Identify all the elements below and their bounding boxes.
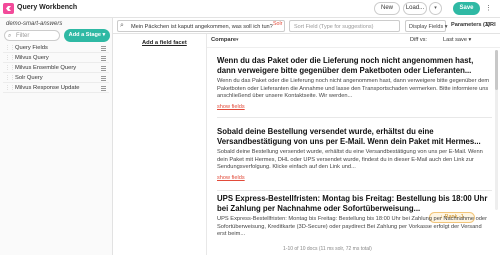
- results-scrollbar[interactable]: [495, 50, 498, 210]
- compare-dropdown[interactable]: Compare: [211, 37, 236, 43]
- document-body: Wenn du das Paket oder die Lieferung noc…: [217, 78, 490, 99]
- stage-menu-icon[interactable]: [101, 86, 106, 91]
- new-button[interactable]: New: [374, 2, 400, 15]
- stage-item[interactable]: ⋮⋮ Milvus Ensemble Query: [3, 64, 109, 73]
- app-header: Query Workbench New Load... ▾ Save ⋮: [0, 0, 500, 18]
- save-button[interactable]: Save: [453, 2, 480, 15]
- query-text: Mein Päckchen ist kaputt angekommen, was…: [131, 24, 273, 30]
- document-title: Sobald deine Bestellung versendet wurde,…: [217, 127, 481, 146]
- result-document: Sobald deine Bestellung versendet wurde,…: [217, 127, 492, 191]
- display-fields-label: Display Fields ▾: [409, 24, 448, 30]
- results-status: 1-10 of 10 docs (11 ms solr, 72 ms total…: [283, 246, 372, 252]
- search-icon: ⌕: [8, 33, 12, 39]
- stage-item[interactable]: ⋮⋮ Query Fields: [3, 44, 109, 53]
- drag-handle-icon[interactable]: ⋮⋮: [5, 85, 15, 91]
- sort-field-placeholder: Sort Field (Type for suggestions): [294, 24, 374, 30]
- solr-tag[interactable]: Solr: [273, 21, 282, 27]
- last-save-dropdown[interactable]: Last save ▾: [443, 37, 471, 43]
- stage-filter-input[interactable]: ⌕ Filter: [4, 30, 60, 41]
- uri-button[interactable]: URI: [486, 22, 496, 28]
- document-title: UPS Express-Bestellfristen: Montag bis F…: [217, 194, 488, 213]
- results-toolbar: Compare ▾ Diff vs: Last save ▾: [207, 34, 500, 48]
- filter-placeholder: Filter: [16, 33, 30, 39]
- load-button[interactable]: Load...: [403, 2, 427, 15]
- stage-item[interactable]: ⋮⋮ Milvus Response Update: [3, 84, 109, 93]
- result-document: UPS Express-Bestellfristen: Montag bis F…: [217, 194, 492, 242]
- parameters-button[interactable]: Parameters (3): [451, 22, 490, 28]
- result-document: Wenn du das Paket oder die Lieferung noc…: [217, 56, 492, 118]
- more-options-icon[interactable]: ⋮: [485, 4, 492, 12]
- drag-handle-icon[interactable]: ⋮⋮: [5, 65, 15, 71]
- search-icon: ⌕: [120, 22, 124, 29]
- pipeline-stages-panel: demo-smart-answers ⌕ Filter Add a Stage …: [0, 18, 113, 255]
- document-title: Wenn du das Paket oder die Lieferung noc…: [217, 56, 474, 75]
- show-fields-link[interactable]: show fields: [217, 175, 245, 181]
- stage-label: Milvus Query: [15, 55, 49, 61]
- drag-handle-icon[interactable]: ⋮⋮: [5, 45, 15, 51]
- show-fields-link[interactable]: show fields: [217, 104, 245, 110]
- query-bar: ⌕ Mein Päckchen ist kaputt angekommen, w…: [113, 18, 500, 34]
- add-stage-button[interactable]: Add a Stage ▾: [64, 29, 110, 42]
- document-body: Sobald deine Bestellung versendet wurde,…: [217, 149, 483, 170]
- stage-label: Solr Query: [15, 75, 43, 81]
- stage-label: Query Fields: [15, 45, 48, 51]
- stage-menu-icon[interactable]: [101, 46, 106, 51]
- stage-item[interactable]: ⋮⋮ Solr Query: [3, 74, 109, 83]
- facets-panel: Add a field facet: [113, 34, 207, 255]
- stage-label: Milvus Ensemble Query: [15, 65, 77, 71]
- stage-menu-icon[interactable]: [101, 76, 106, 81]
- diff-vs-label: Diff vs:: [410, 37, 427, 43]
- load-options-chevron-icon[interactable]: ▾: [429, 2, 442, 15]
- add-field-facet-link[interactable]: Add a field facet: [142, 40, 187, 46]
- query-input[interactable]: ⌕ Mein Päckchen ist kaputt angekommen, w…: [117, 20, 285, 32]
- drag-handle-icon[interactable]: ⋮⋮: [5, 75, 15, 81]
- stage-menu-icon[interactable]: [101, 66, 106, 71]
- stage-item[interactable]: ⋮⋮ Milvus Query: [3, 54, 109, 63]
- results-panel: Compare ▾ Diff vs: Last save ▾ Wenn du d…: [207, 34, 500, 255]
- app-title: Query Workbench: [17, 4, 78, 11]
- stage-menu-icon[interactable]: [101, 56, 106, 61]
- display-fields-dropdown[interactable]: Display Fields ▾: [405, 20, 448, 32]
- project-name: demo-smart-answers: [6, 21, 63, 27]
- drag-handle-icon[interactable]: ⋮⋮: [5, 55, 15, 61]
- chevron-down-icon[interactable]: ▾: [236, 37, 239, 43]
- document-body: UPS Express-Bestellfristen: Montag bis F…: [217, 216, 487, 237]
- app-logo-icon: [3, 3, 14, 14]
- stage-label: Milvus Response Update: [15, 85, 80, 91]
- sort-field-input[interactable]: Sort Field (Type for suggestions): [289, 20, 400, 32]
